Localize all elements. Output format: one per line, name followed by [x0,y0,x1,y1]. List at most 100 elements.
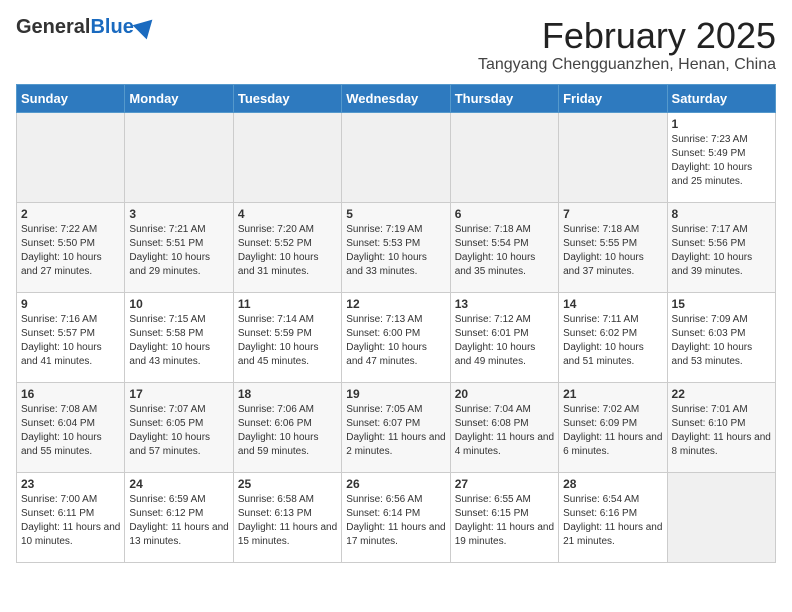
day-number: 14 [563,297,662,311]
day-info: Sunrise: 7:19 AM Sunset: 5:53 PM Dayligh… [346,223,445,279]
day-number: 17 [129,387,228,401]
logo-general-text: General [16,16,90,39]
day-info: Sunrise: 7:04 AM Sunset: 6:08 PM Dayligh… [455,403,554,459]
calendar-cell: 7 Sunrise: 7:18 AM Sunset: 5:55 PM Daylig… [559,202,667,292]
day-info: Sunrise: 7:21 AM Sunset: 5:51 PM Dayligh… [129,223,228,279]
calendar-cell: 8Sunrise: 7:17 AM Sunset: 5:56 PM Daylig… [667,202,775,292]
day-info: Sunrise: 7:16 AM Sunset: 5:57 PM Dayligh… [21,313,120,369]
day-number: 13 [455,297,554,311]
day-info: Sunrise: 7:07 AM Sunset: 6:05 PM Dayligh… [129,403,228,459]
day-number: 19 [346,387,445,401]
day-number: 22 [672,387,771,401]
calendar-week-row: 23 Sunrise: 7:00 AM Sunset: 6:11 PM Dayli… [17,472,776,562]
calendar-cell: 25 Sunrise: 6:58 AM Sunset: 6:13 PM Dayli… [233,472,341,562]
day-of-week-header: Wednesday [342,84,450,112]
day-info: Sunrise: 7:14 AM Sunset: 5:59 PM Dayligh… [238,313,337,369]
day-info: Sunrise: 7:08 AM Sunset: 6:04 PM Dayligh… [21,403,120,459]
day-info: Sunrise: 7:20 AM Sunset: 5:52 PM Dayligh… [238,223,337,279]
calendar-cell: 23 Sunrise: 7:00 AM Sunset: 6:11 PM Dayli… [17,472,125,562]
calendar-header-row: SundayMondayTuesdayWednesdayThursdayFrid… [17,84,776,112]
day-info: Sunrise: 7:09 AM Sunset: 6:03 PM Dayligh… [672,313,771,369]
calendar-cell: 17 Sunrise: 7:07 AM Sunset: 6:05 PM Dayli… [125,382,233,472]
day-info: Sunrise: 7:18 AM Sunset: 5:54 PM Dayligh… [455,223,554,279]
day-info: Sunrise: 7:05 AM Sunset: 6:07 PM Dayligh… [346,403,445,459]
calendar-cell: 9Sunrise: 7:16 AM Sunset: 5:57 PM Daylig… [17,292,125,382]
calendar-cell: 10 Sunrise: 7:15 AM Sunset: 5:58 PM Dayli… [125,292,233,382]
day-number: 20 [455,387,554,401]
calendar-cell: 26 Sunrise: 6:56 AM Sunset: 6:14 PM Dayli… [342,472,450,562]
calendar-week-row: 16 Sunrise: 7:08 AM Sunset: 6:04 PM Dayli… [17,382,776,472]
day-number: 18 [238,387,337,401]
calendar-cell: 13 Sunrise: 7:12 AM Sunset: 6:01 PM Dayli… [450,292,558,382]
day-number: 5 [346,207,445,221]
day-of-week-header: Monday [125,84,233,112]
logo-arrow-icon [132,12,159,39]
day-of-week-header: Sunday [17,84,125,112]
day-number: 15 [672,297,771,311]
day-info: Sunrise: 7:23 AM Sunset: 5:49 PM Dayligh… [672,133,771,189]
day-of-week-header: Saturday [667,84,775,112]
day-number: 6 [455,207,554,221]
calendar-cell: 12 Sunrise: 7:13 AM Sunset: 6:00 PM Dayli… [342,292,450,382]
calendar-cell [559,112,667,202]
calendar-cell: 20 Sunrise: 7:04 AM Sunset: 6:08 PM Dayli… [450,382,558,472]
day-info: Sunrise: 6:56 AM Sunset: 6:14 PM Dayligh… [346,493,445,549]
day-info: Sunrise: 7:00 AM Sunset: 6:11 PM Dayligh… [21,493,120,549]
page-header: General Blue February 2025 Tangyang Chen… [16,16,776,74]
day-info: Sunrise: 6:58 AM Sunset: 6:13 PM Dayligh… [238,493,337,549]
calendar-cell: 27Sunrise: 6:55 AM Sunset: 6:15 PM Dayli… [450,472,558,562]
calendar-cell: 5 Sunrise: 7:19 AM Sunset: 5:53 PM Daylig… [342,202,450,292]
day-number: 28 [563,477,662,491]
calendar-cell: 3 Sunrise: 7:21 AM Sunset: 5:51 PM Daylig… [125,202,233,292]
day-number: 4 [238,207,337,221]
day-info: Sunrise: 7:01 AM Sunset: 6:10 PM Dayligh… [672,403,771,459]
calendar-cell [233,112,341,202]
day-number: 25 [238,477,337,491]
day-info: Sunrise: 6:55 AM Sunset: 6:15 PM Dayligh… [455,493,554,549]
day-number: 26 [346,477,445,491]
calendar-cell [17,112,125,202]
calendar-table: SundayMondayTuesdayWednesdayThursdayFrid… [16,84,776,563]
calendar-week-row: 1Sunrise: 7:23 AM Sunset: 5:49 PM Daylig… [17,112,776,202]
day-number: 12 [346,297,445,311]
calendar-cell: 14 Sunrise: 7:11 AM Sunset: 6:02 PM Dayli… [559,292,667,382]
calendar-cell: 28 Sunrise: 6:54 AM Sunset: 6:16 PM Dayli… [559,472,667,562]
calendar-cell [450,112,558,202]
day-number: 2 [21,207,120,221]
day-info: Sunrise: 7:06 AM Sunset: 6:06 PM Dayligh… [238,403,337,459]
calendar-cell: 2 Sunrise: 7:22 AM Sunset: 5:50 PM Daylig… [17,202,125,292]
day-of-week-header: Friday [559,84,667,112]
calendar-cell: 19 Sunrise: 7:05 AM Sunset: 6:07 PM Dayli… [342,382,450,472]
day-info: Sunrise: 7:13 AM Sunset: 6:00 PM Dayligh… [346,313,445,369]
day-of-week-header: Thursday [450,84,558,112]
day-number: 21 [563,387,662,401]
day-info: Sunrise: 7:11 AM Sunset: 6:02 PM Dayligh… [563,313,662,369]
day-info: Sunrise: 7:22 AM Sunset: 5:50 PM Dayligh… [21,223,120,279]
calendar-cell: 21 Sunrise: 7:02 AM Sunset: 6:09 PM Dayli… [559,382,667,472]
day-number: 23 [21,477,120,491]
calendar-cell: 1Sunrise: 7:23 AM Sunset: 5:49 PM Daylig… [667,112,775,202]
day-number: 3 [129,207,228,221]
calendar-subtitle: Tangyang Chengguanzhen, Henan, China [478,56,776,74]
day-info: Sunrise: 6:54 AM Sunset: 6:16 PM Dayligh… [563,493,662,549]
day-info: Sunrise: 7:17 AM Sunset: 5:56 PM Dayligh… [672,223,771,279]
calendar-week-row: 2 Sunrise: 7:22 AM Sunset: 5:50 PM Daylig… [17,202,776,292]
calendar-title: February 2025 [478,16,776,56]
day-of-week-header: Tuesday [233,84,341,112]
day-number: 7 [563,207,662,221]
day-number: 10 [129,297,228,311]
day-number: 16 [21,387,120,401]
calendar-cell: 22 Sunrise: 7:01 AM Sunset: 6:10 PM Dayli… [667,382,775,472]
calendar-cell: 18 Sunrise: 7:06 AM Sunset: 6:06 PM Dayli… [233,382,341,472]
calendar-cell [342,112,450,202]
day-info: Sunrise: 7:18 AM Sunset: 5:55 PM Dayligh… [563,223,662,279]
calendar-cell: 24Sunrise: 6:59 AM Sunset: 6:12 PM Dayli… [125,472,233,562]
logo-blue-text: Blue [90,16,133,39]
day-info: Sunrise: 7:02 AM Sunset: 6:09 PM Dayligh… [563,403,662,459]
day-info: Sunrise: 7:12 AM Sunset: 6:01 PM Dayligh… [455,313,554,369]
day-info: Sunrise: 7:15 AM Sunset: 5:58 PM Dayligh… [129,313,228,369]
calendar-cell: 16 Sunrise: 7:08 AM Sunset: 6:04 PM Dayli… [17,382,125,472]
day-number: 11 [238,297,337,311]
logo: General Blue [16,16,156,39]
day-info: Sunrise: 6:59 AM Sunset: 6:12 PM Dayligh… [129,493,228,549]
